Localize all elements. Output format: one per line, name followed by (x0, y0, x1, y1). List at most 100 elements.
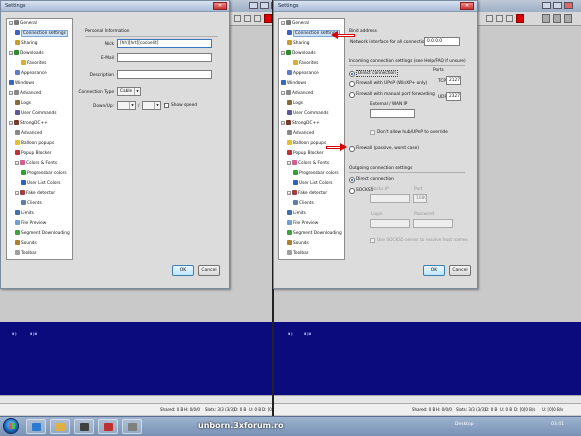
tree-item[interactable]: − Colors & Fonts (15, 160, 57, 168)
login-input[interactable] (370, 219, 410, 228)
taskbar-app-button[interactable] (98, 419, 118, 434)
udp-port-input[interactable]: 2327 (446, 92, 461, 101)
socks5-radio[interactable] (349, 188, 355, 194)
desktop-toolbar-label[interactable]: Desktop (455, 422, 474, 427)
toolbar-square-icon[interactable] (496, 15, 503, 22)
tree-item[interactable]: − Fake detector (287, 190, 327, 198)
tree-item[interactable]: − StrongDC++ (9, 120, 48, 128)
tree-item[interactable]: Connection settings (15, 30, 68, 38)
description-input[interactable] (117, 70, 212, 79)
tree-item[interactable]: User List Colors (21, 180, 61, 188)
maximize-button[interactable] (260, 2, 269, 9)
toolbar-icon[interactable] (564, 14, 572, 23)
tree-item[interactable]: Segment Downloading (15, 230, 70, 238)
tree-item[interactable]: Balloon popups (15, 140, 54, 148)
download-speed-select[interactable]: ▼ (117, 101, 136, 110)
tree-item[interactable]: − Fake detector (15, 190, 55, 198)
start-button[interactable] (3, 418, 19, 434)
tree-toggle-icon[interactable]: − (9, 21, 13, 25)
tree-toggle-icon[interactable]: − (9, 51, 13, 55)
tree-toggle-icon[interactable]: − (9, 121, 13, 125)
toolbar-square-icon[interactable] (506, 15, 513, 22)
tree-item[interactable]: Toolbar (15, 250, 36, 258)
tree-toggle-icon[interactable]: − (281, 91, 285, 95)
tree-item[interactable]: Logs (287, 100, 303, 108)
tree-item[interactable]: User List Colors (293, 180, 333, 188)
tree-item[interactable]: Favorites (293, 60, 318, 68)
no-override-checkbox[interactable] (370, 130, 375, 135)
tree-item[interactable]: Limits (287, 210, 306, 218)
tree-toggle-icon[interactable]: − (287, 161, 291, 165)
tree-item[interactable]: Sounds (287, 240, 309, 248)
tree-item[interactable]: − Downloads (281, 50, 316, 58)
toolbar-red-icon[interactable] (516, 14, 524, 23)
tree-item[interactable]: Advanced (15, 130, 42, 138)
ok-button[interactable]: OK (172, 265, 194, 276)
tree-item[interactable]: User Commands (15, 110, 56, 118)
tree-item[interactable]: File Preview (15, 220, 46, 228)
maximize-button[interactable] (553, 2, 562, 9)
tree-item[interactable]: Appearance (15, 70, 47, 78)
tree-item[interactable]: Limits (15, 210, 34, 218)
show-speed-checkbox[interactable] (164, 103, 169, 108)
tree-item[interactable]: Sounds (15, 240, 37, 248)
tree-item[interactable]: − Colors & Fonts (287, 160, 329, 168)
tree-item[interactable]: Progressbar colors (293, 170, 339, 178)
tree-toggle-icon[interactable]: − (9, 91, 13, 95)
tree-item[interactable]: Appearance (287, 70, 319, 78)
tree-item[interactable]: Popup Blocker (287, 150, 324, 158)
toolbar-square-icon[interactable] (234, 15, 241, 22)
tree-toggle-icon[interactable]: − (15, 191, 19, 195)
upnp-radio[interactable] (349, 81, 355, 87)
tree-item[interactable]: Balloon popups (287, 140, 326, 148)
passive-radio[interactable] (349, 146, 355, 152)
toolbar-red-icon[interactable] (264, 14, 272, 23)
right-horizontal-scrollbar[interactable] (274, 395, 581, 403)
tree-item[interactable]: − StrongDC++ (281, 120, 320, 128)
settings-tree[interactable]: − General Connection settings Sharing − Downl… (6, 18, 73, 260)
external-ip-input[interactable] (370, 109, 415, 118)
tree-toggle-icon[interactable]: − (281, 51, 285, 55)
tree-item[interactable]: − Advanced (281, 90, 313, 98)
toolbar-icon[interactable] (553, 14, 561, 23)
tree-item[interactable]: User Commands (287, 110, 328, 118)
tree-item[interactable]: − General (281, 20, 309, 28)
tcp-port-input[interactable]: 21276 (446, 76, 461, 85)
tree-item[interactable]: Windows (281, 80, 306, 88)
dialog-close-button[interactable]: ✕ (213, 2, 227, 10)
left-horizontal-scrollbar[interactable] (0, 395, 272, 403)
cancel-button[interactable]: Cancel (198, 265, 220, 276)
minimize-button[interactable] (542, 2, 551, 9)
upload-speed-select[interactable]: ▼ (142, 101, 161, 110)
tree-toggle-icon[interactable]: − (281, 21, 285, 25)
tree-item[interactable]: Logs (15, 100, 31, 108)
bind-address-input[interactable]: 0.0.0.0 (424, 37, 460, 46)
toolbar-icon[interactable] (542, 14, 550, 23)
connection-type-select[interactable]: Cable ▼ (117, 87, 141, 96)
manual-forwarding-radio[interactable] (349, 92, 355, 98)
taskbar-app-button[interactable] (74, 419, 94, 434)
tree-item[interactable]: Sharing (15, 40, 38, 48)
tree-item[interactable]: − General (9, 20, 37, 28)
password-input[interactable] (413, 219, 453, 228)
tree-item[interactable]: Windows (9, 80, 34, 88)
taskbar-app-button[interactable] (26, 419, 46, 434)
tree-item[interactable]: − Advanced (9, 90, 41, 98)
tree-item[interactable]: Sharing (287, 40, 310, 48)
tree-item[interactable]: Popup Blocker (15, 150, 52, 158)
tree-toggle-icon[interactable]: − (287, 191, 291, 195)
tree-item[interactable]: Clients (21, 200, 42, 208)
nick-input[interactable]: [hh][hrt][cocoelit] (117, 39, 212, 48)
resolve-checkbox[interactable] (370, 238, 375, 243)
close-button[interactable] (564, 2, 573, 9)
toolbar-square-icon[interactable] (244, 15, 251, 22)
tree-item[interactable]: Toolbar (287, 250, 308, 258)
email-input[interactable] (117, 53, 212, 62)
tree-toggle-icon[interactable]: − (281, 121, 285, 125)
tree-item[interactable]: Clients (293, 200, 314, 208)
taskbar-app-button[interactable] (50, 419, 70, 434)
tree-item[interactable]: − Downloads (9, 50, 44, 58)
toolbar-square-icon[interactable] (254, 15, 261, 22)
minimize-button[interactable] (249, 2, 258, 9)
direct-connection-radio[interactable] (349, 71, 355, 77)
